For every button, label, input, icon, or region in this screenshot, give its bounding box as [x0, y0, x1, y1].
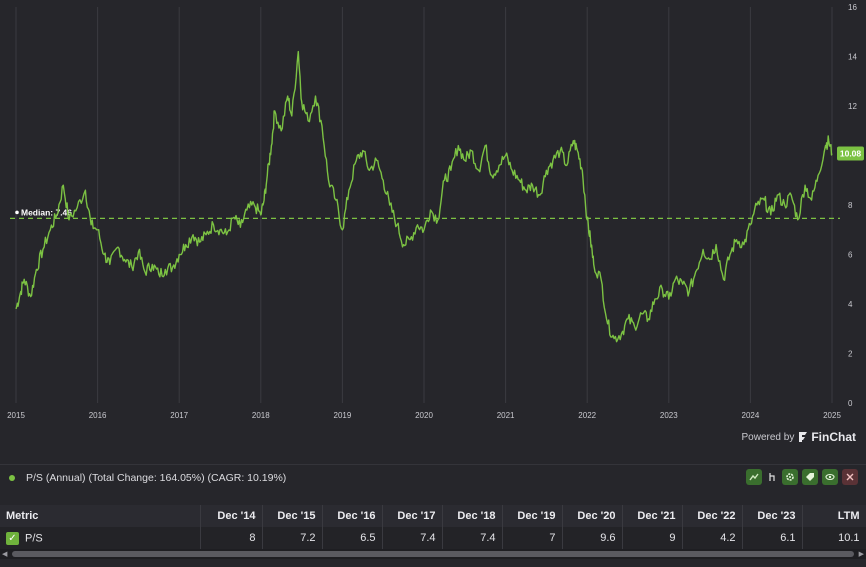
table-cell: 7: [502, 527, 563, 549]
tag-icon[interactable]: [802, 469, 818, 485]
pointer-icon[interactable]: [766, 469, 778, 485]
horizontal-scrollbar[interactable]: ◀ ▶: [0, 549, 866, 559]
legend-bar: P/S (Annual) (Total Change: 164.05%) (CA…: [0, 464, 866, 490]
column-header[interactable]: Dec '22: [682, 505, 743, 527]
table-cell: 6.1: [742, 527, 803, 549]
series-legend-text: P/S (Annual) (Total Change: 164.05%) (CA…: [26, 471, 287, 484]
x-tick-label: 2021: [497, 411, 515, 420]
column-header[interactable]: Dec '15: [262, 505, 323, 527]
column-header[interactable]: Dec '18: [442, 505, 503, 527]
table-row: ✓ P/S 8 7.2 6.5 7.4 7.4 7 9.6 9 4.2 6.1 1…: [0, 527, 866, 549]
finchat-logo-icon: [798, 431, 808, 443]
price-to-sales-chart: 2015 2016 2017 2018 2019 2020 2021 2022 2023 2024…: [7, 3, 864, 420]
x-tick-label: 2016: [89, 411, 107, 420]
x-tick-label: 2015: [7, 411, 25, 420]
y-tick-label: 8: [848, 201, 853, 210]
column-header[interactable]: Metric: [0, 505, 201, 527]
table-cell: 7.4: [442, 527, 503, 549]
y-tick-label: 14: [848, 53, 857, 62]
x-tick-label: 2024: [742, 411, 760, 420]
column-header[interactable]: Dec '21: [622, 505, 683, 527]
scroll-right-icon[interactable]: ▶: [859, 550, 864, 558]
chart-area: 2015 2016 2017 2018 2019 2020 2021 2022 2023 2024…: [0, 0, 866, 428]
median-marker: [15, 210, 19, 215]
table-header-row: Metric Dec '14 Dec '15 Dec '16 Dec '17 D…: [0, 505, 866, 527]
table-cell: 9.6: [562, 527, 623, 549]
metric-cell[interactable]: ✓ P/S: [0, 527, 201, 549]
column-header[interactable]: Dec '19: [502, 505, 563, 527]
powered-by: Powered by FinChat: [742, 430, 856, 444]
y-tick-label: 2: [848, 350, 853, 359]
column-header[interactable]: Dec '14: [200, 505, 263, 527]
column-header[interactable]: Dec '16: [322, 505, 383, 527]
y-tick-label: 16: [848, 3, 857, 12]
column-header[interactable]: LTM: [802, 505, 866, 527]
series-color-dot: [9, 474, 15, 481]
table-cell: 10.1: [802, 527, 866, 549]
x-tick-label: 2025: [823, 411, 841, 420]
gear-icon[interactable]: [782, 469, 798, 485]
x-tick-label: 2018: [252, 411, 270, 420]
table-cell: 6.5: [322, 527, 383, 549]
y-tick-label: 12: [848, 102, 857, 111]
scroll-left-icon[interactable]: ◀: [2, 550, 7, 558]
last-value-label: 10.08: [840, 149, 862, 159]
y-tick-label: 4: [848, 300, 853, 309]
y-tick-label: 6: [848, 251, 853, 260]
table-cell: 8: [200, 527, 263, 549]
column-header[interactable]: Dec '20: [562, 505, 623, 527]
legend-actions: [746, 469, 858, 485]
x-tick-label: 2022: [578, 411, 596, 420]
powered-by-label: Powered by: [741, 431, 795, 443]
column-header[interactable]: Dec '17: [382, 505, 443, 527]
table-cell: 9: [622, 527, 683, 549]
close-icon[interactable]: [842, 469, 858, 485]
column-header[interactable]: Dec '23: [742, 505, 803, 527]
eye-icon[interactable]: [822, 469, 838, 485]
scrollbar-thumb[interactable]: [12, 551, 854, 557]
metric-name: P/S: [25, 531, 43, 544]
checkbox-checked-icon[interactable]: ✓: [6, 531, 19, 545]
x-tick-label: 2023: [660, 411, 678, 420]
finchat-brand[interactable]: FinChat: [798, 430, 856, 444]
y-tick-label: 0: [848, 399, 853, 408]
x-tick-label: 2019: [334, 411, 352, 420]
table-cell: 7.4: [382, 527, 443, 549]
chart-line-icon[interactable]: [746, 469, 762, 485]
finchat-brand-label: FinChat: [811, 430, 856, 444]
metrics-table: Metric Dec '14 Dec '15 Dec '16 Dec '17 D…: [0, 505, 866, 549]
table-cell: 4.2: [682, 527, 743, 549]
table-cell: 7.2: [262, 527, 323, 549]
x-tick-label: 2017: [170, 411, 188, 420]
median-label: Median: 7.46: [21, 207, 72, 217]
x-tick-label: 2020: [415, 411, 433, 420]
